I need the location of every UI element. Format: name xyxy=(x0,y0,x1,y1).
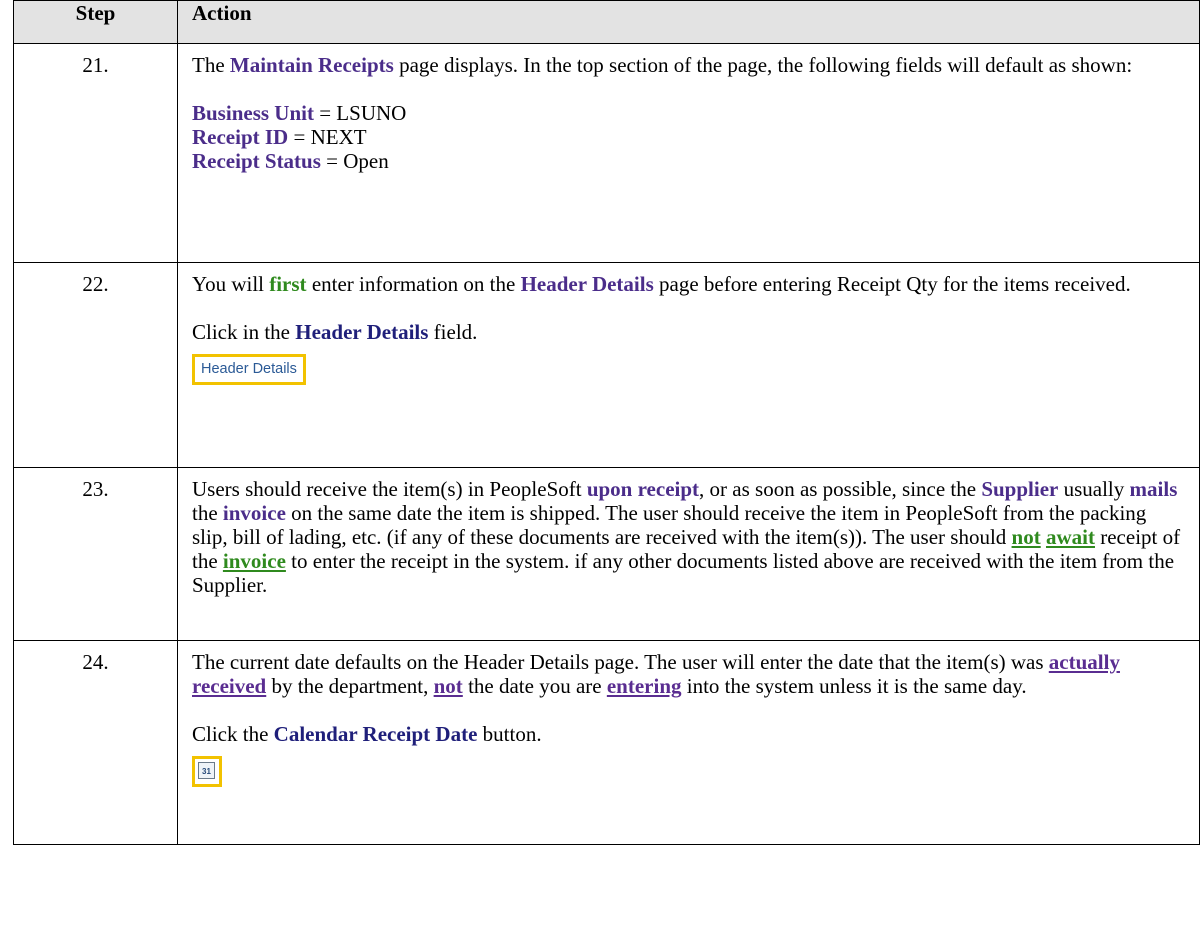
action-cell: The Maintain Receipts page displays. In … xyxy=(177,43,1200,263)
action-cell: The current date defaults on the Header … xyxy=(177,640,1200,845)
action-text: You will first enter information on the … xyxy=(192,272,1131,296)
table-row: 22. You will first enter information on … xyxy=(13,262,1200,468)
table-row: 23. Users should receive the item(s) in … xyxy=(13,467,1200,641)
action-cell: Users should receive the item(s) in Peop… xyxy=(177,467,1200,641)
action-text: The current date defaults on the Header … xyxy=(192,650,1120,698)
action-text: The Maintain Receipts page displays. In … xyxy=(192,53,1133,77)
calendar-icon: 31 xyxy=(198,762,215,779)
field-default: Receipt Status = Open xyxy=(192,149,389,173)
action-instruction: Click the Calendar Receipt Date button. xyxy=(192,722,542,746)
step-number: 24. xyxy=(13,640,178,845)
column-header-action: Action xyxy=(177,0,1200,44)
field-default: Receipt ID = NEXT xyxy=(192,125,367,149)
calendar-receipt-date-button[interactable]: 31 xyxy=(192,756,222,787)
table-header-row: Step Action xyxy=(13,0,1200,44)
table-row: 21. The Maintain Receipts page displays.… xyxy=(13,43,1200,263)
step-number: 23. xyxy=(13,467,178,641)
action-text: Users should receive the item(s) in Peop… xyxy=(192,477,1181,597)
table-row: 24. The current date defaults on the Hea… xyxy=(13,640,1200,845)
header-details-button[interactable]: Header Details xyxy=(192,354,306,385)
column-header-step: Step xyxy=(13,0,178,44)
instruction-table: Step Action 21. The Maintain Receipts pa… xyxy=(13,0,1200,845)
step-number: 22. xyxy=(13,262,178,468)
step-number: 21. xyxy=(13,43,178,263)
action-instruction: Click in the Header Details field. xyxy=(192,320,478,344)
field-default: Business Unit = LSUNO xyxy=(192,101,407,125)
action-cell: You will first enter information on the … xyxy=(177,262,1200,468)
